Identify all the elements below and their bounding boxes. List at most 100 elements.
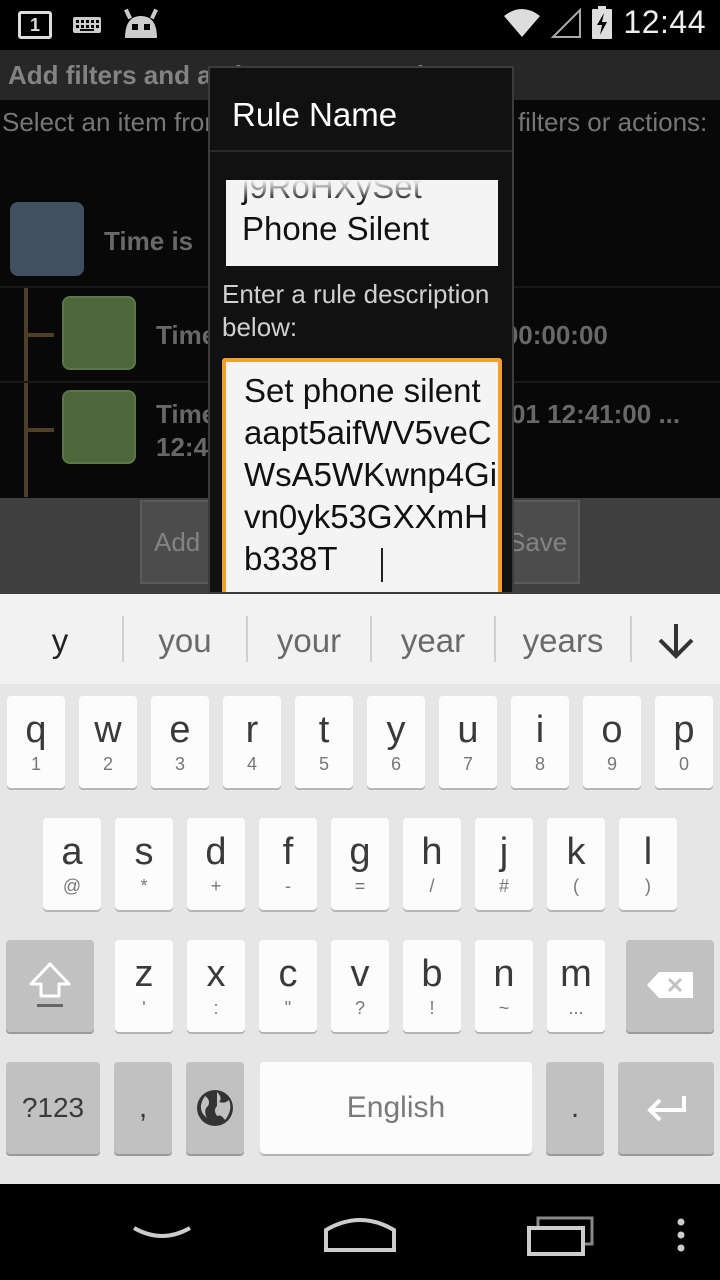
chevron-down-icon[interactable] bbox=[648, 620, 704, 660]
key-e[interactable]: e3 bbox=[151, 696, 209, 788]
key-m[interactable]: m... bbox=[547, 940, 605, 1032]
rule-name-dialog: Rule Name j9RoHXySet Phone Silent Enter … bbox=[208, 66, 514, 594]
language-key[interactable] bbox=[186, 1062, 244, 1154]
android-icon bbox=[124, 8, 158, 38]
key-label: l bbox=[643, 831, 653, 873]
shift-icon bbox=[29, 962, 71, 1007]
key-a[interactable]: a @ bbox=[43, 818, 101, 910]
key-alt-label: ... bbox=[568, 998, 584, 1018]
soft-keyboard: y you your year years q1w2e3r4t5y6u7i8o9… bbox=[0, 594, 720, 1184]
key-alt-label: ( bbox=[573, 876, 579, 896]
key-f[interactable]: f- bbox=[259, 818, 317, 910]
key-label: y bbox=[386, 709, 406, 751]
key-v[interactable]: v? bbox=[331, 940, 389, 1032]
key-label: f bbox=[282, 831, 294, 873]
rule-name-input[interactable]: j9RoHXySet Phone Silent bbox=[226, 180, 498, 266]
key-label: c bbox=[278, 953, 298, 995]
key-t[interactable]: t5 bbox=[295, 696, 353, 788]
suggestion-2[interactable]: you bbox=[124, 594, 246, 684]
key-label: d bbox=[205, 831, 227, 873]
key-alt-label: : bbox=[213, 998, 219, 1018]
navigation-bar bbox=[0, 1184, 720, 1280]
key-z[interactable]: z ' bbox=[115, 940, 173, 1032]
text-cursor bbox=[381, 548, 383, 582]
key-alt-label: + bbox=[210, 876, 222, 896]
key-label: a bbox=[61, 831, 83, 873]
suggestion-1[interactable]: y bbox=[0, 594, 120, 684]
key-label: n bbox=[493, 953, 515, 995]
key-label: z bbox=[134, 953, 154, 995]
notification-badge: 1 bbox=[18, 11, 52, 39]
battery-charging-icon bbox=[592, 5, 613, 39]
key-y[interactable]: y6 bbox=[367, 696, 425, 788]
key-alt-label: = bbox=[354, 876, 366, 896]
key-label: h bbox=[421, 831, 443, 873]
key-k[interactable]: k( bbox=[547, 818, 605, 910]
key-alt-label: ! bbox=[429, 998, 435, 1018]
key-n[interactable]: n ~ bbox=[475, 940, 533, 1032]
key-alt-label: 8 bbox=[534, 754, 545, 774]
key-alt-label: # bbox=[498, 876, 509, 896]
comma-key-label: , bbox=[138, 1091, 148, 1124]
key-alt-label: 1 bbox=[30, 754, 41, 774]
key-u[interactable]: u7 bbox=[439, 696, 497, 788]
key-label: w bbox=[94, 709, 122, 751]
key-l[interactable]: l) bbox=[619, 818, 677, 910]
key-label: r bbox=[245, 709, 259, 751]
comma-key[interactable]: , bbox=[114, 1062, 172, 1154]
key-label: s bbox=[134, 831, 154, 873]
key-label: p bbox=[673, 709, 695, 751]
key-alt-label: 7 bbox=[462, 754, 473, 774]
key-label: o bbox=[601, 709, 623, 751]
cell-signal-icon bbox=[551, 7, 582, 38]
key-label: e bbox=[169, 709, 191, 751]
backspace-key[interactable] bbox=[626, 940, 714, 1032]
space-key[interactable]: English bbox=[260, 1062, 532, 1154]
key-w[interactable]: w2 bbox=[79, 696, 137, 788]
key-label: g bbox=[349, 831, 371, 873]
suggestion-4[interactable]: year bbox=[372, 594, 494, 684]
key-label: x bbox=[206, 953, 226, 995]
rule-description-text: Set phone silent aapt5aifWV5veCWsA5WKwnp… bbox=[244, 372, 498, 577]
key-q[interactable]: q1 bbox=[7, 696, 65, 788]
enter-icon bbox=[647, 1096, 686, 1122]
key-label: v bbox=[350, 953, 370, 995]
home-icon[interactable] bbox=[322, 1212, 398, 1256]
key-o[interactable]: o9 bbox=[583, 696, 641, 788]
period-key[interactable]: . bbox=[546, 1062, 604, 1154]
rule-description-input[interactable]: Set phone silent aapt5aifWV5veCWsA5WKwnp… bbox=[222, 358, 502, 592]
menu-icon[interactable] bbox=[676, 1218, 686, 1252]
key-alt-label: 4 bbox=[246, 754, 257, 774]
symbols-key[interactable]: ?123 bbox=[6, 1062, 100, 1154]
enter-key[interactable] bbox=[618, 1062, 714, 1154]
key-c[interactable]: c " bbox=[259, 940, 317, 1032]
key-d[interactable]: d + bbox=[187, 818, 245, 910]
key-h[interactable]: h / bbox=[403, 818, 461, 910]
key-alt-label: 6 bbox=[390, 754, 401, 774]
key-alt-label: ' bbox=[142, 998, 146, 1018]
recents-icon[interactable] bbox=[526, 1216, 596, 1256]
key-p[interactable]: p0 bbox=[655, 696, 713, 788]
key-i[interactable]: i8 bbox=[511, 696, 569, 788]
key-x[interactable]: x: bbox=[187, 940, 245, 1032]
suggestion-3[interactable]: your bbox=[248, 594, 370, 684]
key-r[interactable]: r4 bbox=[223, 696, 281, 788]
key-label: j bbox=[499, 831, 509, 873]
shift-key[interactable] bbox=[6, 940, 94, 1032]
suggestion-5[interactable]: years bbox=[496, 594, 630, 684]
key-j[interactable]: j # bbox=[475, 818, 533, 910]
description-label: Enter a rule description below: bbox=[222, 279, 490, 342]
key-b[interactable]: b! bbox=[403, 940, 461, 1032]
rule-name-text: Phone Silent bbox=[242, 210, 430, 247]
divider bbox=[210, 150, 512, 152]
key-alt-label: 2 bbox=[102, 754, 113, 774]
back-icon[interactable] bbox=[130, 1220, 194, 1250]
suggestion-strip: y you your year years bbox=[0, 594, 720, 684]
key-g[interactable]: g = bbox=[331, 818, 389, 910]
key-alt-label: ) bbox=[645, 876, 651, 896]
key-label: m bbox=[560, 953, 592, 995]
backspace-icon bbox=[647, 972, 693, 998]
scroll-fade bbox=[226, 180, 498, 202]
key-label: b bbox=[421, 953, 443, 995]
key-s[interactable]: s * bbox=[115, 818, 173, 910]
